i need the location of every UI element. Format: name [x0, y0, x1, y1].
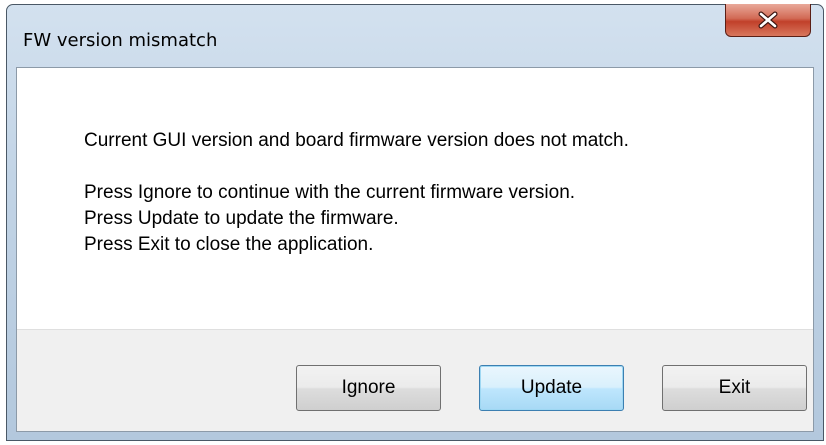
message-line-update: Press Update to update the firmware.: [84, 208, 399, 229]
close-button[interactable]: [725, 4, 811, 37]
update-button[interactable]: Update: [479, 365, 624, 411]
exit-button[interactable]: Exit: [662, 365, 807, 411]
button-bar: Ignore Update Exit: [17, 329, 813, 431]
dialog-window: FW version mismatch Current GUI version …: [6, 4, 824, 441]
ignore-button[interactable]: Ignore: [296, 365, 441, 411]
message-line-mismatch: Current GUI version and board firmware v…: [84, 130, 629, 151]
message-text: Current GUI version and board firmware v…: [84, 128, 629, 258]
message-line-exit: Press Exit to close the application.: [84, 234, 374, 255]
window-title: FW version mismatch: [23, 30, 218, 51]
close-x-icon: [758, 11, 778, 29]
dialog-content: Current GUI version and board firmware v…: [16, 67, 814, 432]
message-spacer: [84, 154, 629, 180]
message-line-ignore: Press Ignore to continue with the curren…: [84, 182, 576, 203]
title-bar[interactable]: FW version mismatch: [7, 4, 823, 67]
